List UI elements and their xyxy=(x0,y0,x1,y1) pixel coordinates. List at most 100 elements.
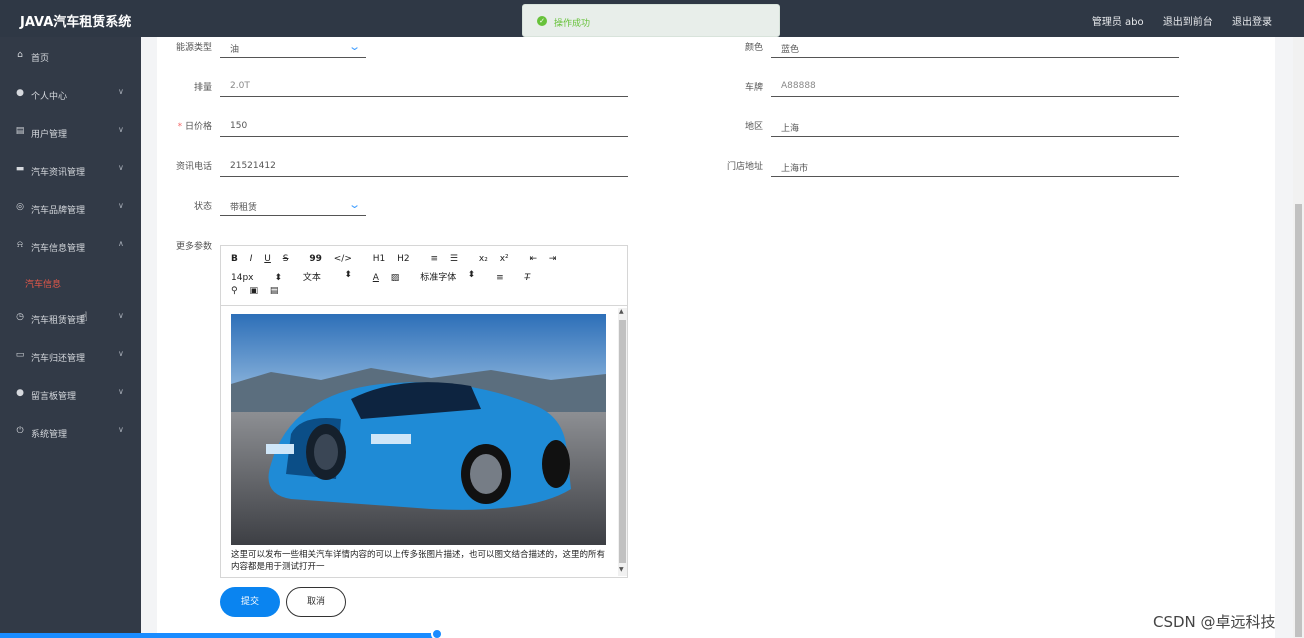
power-icon: ⏻ xyxy=(16,426,24,436)
font-family-select[interactable]: 标准字体 ⬍ xyxy=(420,270,484,283)
scroll-down-icon[interactable]: ▼ xyxy=(619,566,624,573)
region-field[interactable]: 上海 xyxy=(771,117,1179,137)
toast-message: 操作成功 xyxy=(554,19,591,29)
scrollbar-thumb[interactable] xyxy=(619,320,626,563)
cancel-button[interactable]: 取消 xyxy=(286,587,346,617)
link-icon[interactable]: ⚲ xyxy=(231,286,238,296)
editor-toolbar-row-2: 14px ⬍ 文本 ⬍ A ▨ 标准字体 ⬍ ≡ T̶ xyxy=(231,270,611,283)
sidebar-item-car-info[interactable]: ⍾ 汽车信息管理 ∧ xyxy=(0,231,141,261)
admin-user: 管理员 abo xyxy=(1091,17,1144,28)
address-field[interactable]: 上海市 xyxy=(771,157,1179,177)
phone-field[interactable]: 21521412 xyxy=(220,157,628,177)
clear-format-icon[interactable]: T̶ xyxy=(524,273,530,283)
chevron-down-icon: ⌄ xyxy=(347,40,361,53)
select-arrows-icon: ⬍ xyxy=(467,270,476,280)
text-style-value: 文本 xyxy=(302,273,321,283)
user-icon: ● xyxy=(16,388,24,398)
submit-button[interactable]: 提交 xyxy=(220,587,280,617)
phone-value: 21521412 xyxy=(230,161,276,171)
price-label: * 日价格 xyxy=(177,122,212,132)
bg-color-icon[interactable]: ▨ xyxy=(391,273,400,283)
sidebar-item-label: 用户管理 xyxy=(31,130,68,140)
heading1-button[interactable]: H1 xyxy=(373,254,386,264)
sidebar-item-returns[interactable]: ▭ 汽车归还管理 ∨ xyxy=(0,341,141,371)
image-icon[interactable]: ▣ xyxy=(249,286,258,296)
align-icon[interactable]: ≡ xyxy=(496,273,504,283)
energy-select[interactable]: 油 ⌄ xyxy=(220,38,366,58)
toolbar-divider xyxy=(221,305,627,306)
sidebar-item-label: 汽车资讯管理 xyxy=(31,168,86,178)
sidebar-subitem-car-info[interactable]: 汽车信息 xyxy=(25,277,61,290)
font-color-icon[interactable]: A xyxy=(373,273,379,283)
italic-button[interactable]: I xyxy=(250,254,253,264)
underline-button[interactable]: U xyxy=(264,254,271,264)
logout-link[interactable]: 退出登录 xyxy=(1232,17,1272,28)
superscript-button[interactable]: x² xyxy=(500,254,509,264)
heading2-button[interactable]: H2 xyxy=(397,254,410,264)
chevron-down-icon: ∨ xyxy=(118,163,124,172)
price-label-text: 日价格 xyxy=(184,122,212,132)
chevron-down-icon: ∨ xyxy=(118,125,124,134)
color-value: 蓝色 xyxy=(781,45,800,55)
sidebar-item-home[interactable]: ⌂ 首页 xyxy=(0,41,141,71)
page-scrollbar[interactable] xyxy=(1293,37,1304,638)
select-arrows-icon: ⬍ xyxy=(344,270,352,280)
strike-button[interactable]: S xyxy=(283,254,289,264)
sidebar-item-system[interactable]: ⏻ 系统管理 ∨ xyxy=(0,417,141,447)
sidebar-item-profile[interactable]: ● 个人中心 ∨ xyxy=(0,79,141,109)
sidebar-item-rentals[interactable]: ◷ 汽车租赁管理 ∨ xyxy=(0,303,141,333)
editor-toolbar-row-1: B I U S 99 </> H1 H2 ≡ ☰ x₂ x² ⇤ ⇥ xyxy=(231,254,565,264)
sidebar-item-label: 留言板管理 xyxy=(31,392,77,402)
check-icon: ✓ xyxy=(537,16,547,26)
price-field[interactable]: 150 xyxy=(220,117,628,137)
font-size-select[interactable]: 14px ⬍ xyxy=(231,273,291,283)
displacement-value: 2.0T xyxy=(230,81,250,91)
scroll-up-icon[interactable]: ▲ xyxy=(619,308,624,315)
select-arrows-icon: ⬍ xyxy=(274,273,282,283)
ordered-list-button[interactable]: ≡ xyxy=(431,254,439,264)
address-value: 上海市 xyxy=(781,164,809,174)
quote-button[interactable]: 99 xyxy=(309,254,322,264)
sidebar-item-label: 汽车信息管理 xyxy=(31,244,86,254)
sidebar-item-users[interactable]: ▤ 用户管理 ∨ xyxy=(0,117,141,147)
progress-bar xyxy=(0,633,437,638)
progress-knob[interactable] xyxy=(431,628,443,638)
bullet-list-button[interactable]: ☰ xyxy=(450,254,458,264)
price-value: 150 xyxy=(230,121,248,131)
sidebar-item-label: 首页 xyxy=(31,54,50,64)
indent-button[interactable]: ⇥ xyxy=(549,254,557,264)
home-icon: ⌂ xyxy=(17,50,23,60)
energy-value: 油 xyxy=(230,45,240,55)
video-icon[interactable]: ▤ xyxy=(270,286,279,296)
color-label: 颜色 xyxy=(744,43,763,53)
outdent-button[interactable]: ⇤ xyxy=(530,254,538,264)
chevron-down-icon: ⌄ xyxy=(347,198,361,211)
page-scrollbar-thumb[interactable] xyxy=(1295,204,1302,637)
editor-toolbar-row-3: ⚲ ▣ ▤ xyxy=(231,286,287,296)
plate-value: A88888 xyxy=(781,81,816,91)
sidebar-item-brands[interactable]: ◎ 汽车品牌管理 ∨ xyxy=(0,193,141,223)
editor-scrollbar[interactable]: ▲ ▼ xyxy=(618,308,627,576)
plate-field[interactable]: A88888 xyxy=(771,77,1179,97)
status-select[interactable]: 带租赁 ⌄ xyxy=(220,196,366,216)
subscript-button[interactable]: x₂ xyxy=(479,254,488,264)
sidebar-item-messages[interactable]: ● 留言板管理 ∨ xyxy=(0,379,141,409)
color-field[interactable]: 蓝色 xyxy=(771,38,1179,58)
text-style-select[interactable]: 文本 ⬍ xyxy=(303,270,361,283)
displacement-field[interactable]: 2.0T xyxy=(220,77,628,97)
top-links: 管理员 abo 退出到前台 退出登录 xyxy=(1076,13,1272,28)
chevron-down-icon: ∨ xyxy=(118,87,124,96)
bold-button[interactable]: B xyxy=(231,254,238,264)
editor-content-text[interactable]: 这里可以发布一些相关汽车详情内容的可以上传多张图片描述，也可以图文结合描述的，这… xyxy=(231,549,611,573)
chevron-down-icon: ∨ xyxy=(118,425,124,434)
back-to-front-link[interactable]: 退出到前台 xyxy=(1163,17,1213,28)
clock-icon: ◷ xyxy=(16,312,24,322)
chevron-down-icon: ∨ xyxy=(118,311,124,320)
sidebar-item-news[interactable]: ▬ 汽车资讯管理 ∨ xyxy=(0,155,141,185)
chat-icon: ▬ xyxy=(15,164,25,174)
code-button[interactable]: </> xyxy=(334,254,352,264)
more-params-label: 更多参数 xyxy=(175,242,212,252)
compass-icon: ◎ xyxy=(16,202,24,212)
hand-cursor-icon: ☝ xyxy=(80,310,88,325)
rich-text-editor[interactable]: B I U S 99 </> H1 H2 ≡ ☰ x₂ x² ⇤ ⇥ 14px … xyxy=(220,245,628,578)
